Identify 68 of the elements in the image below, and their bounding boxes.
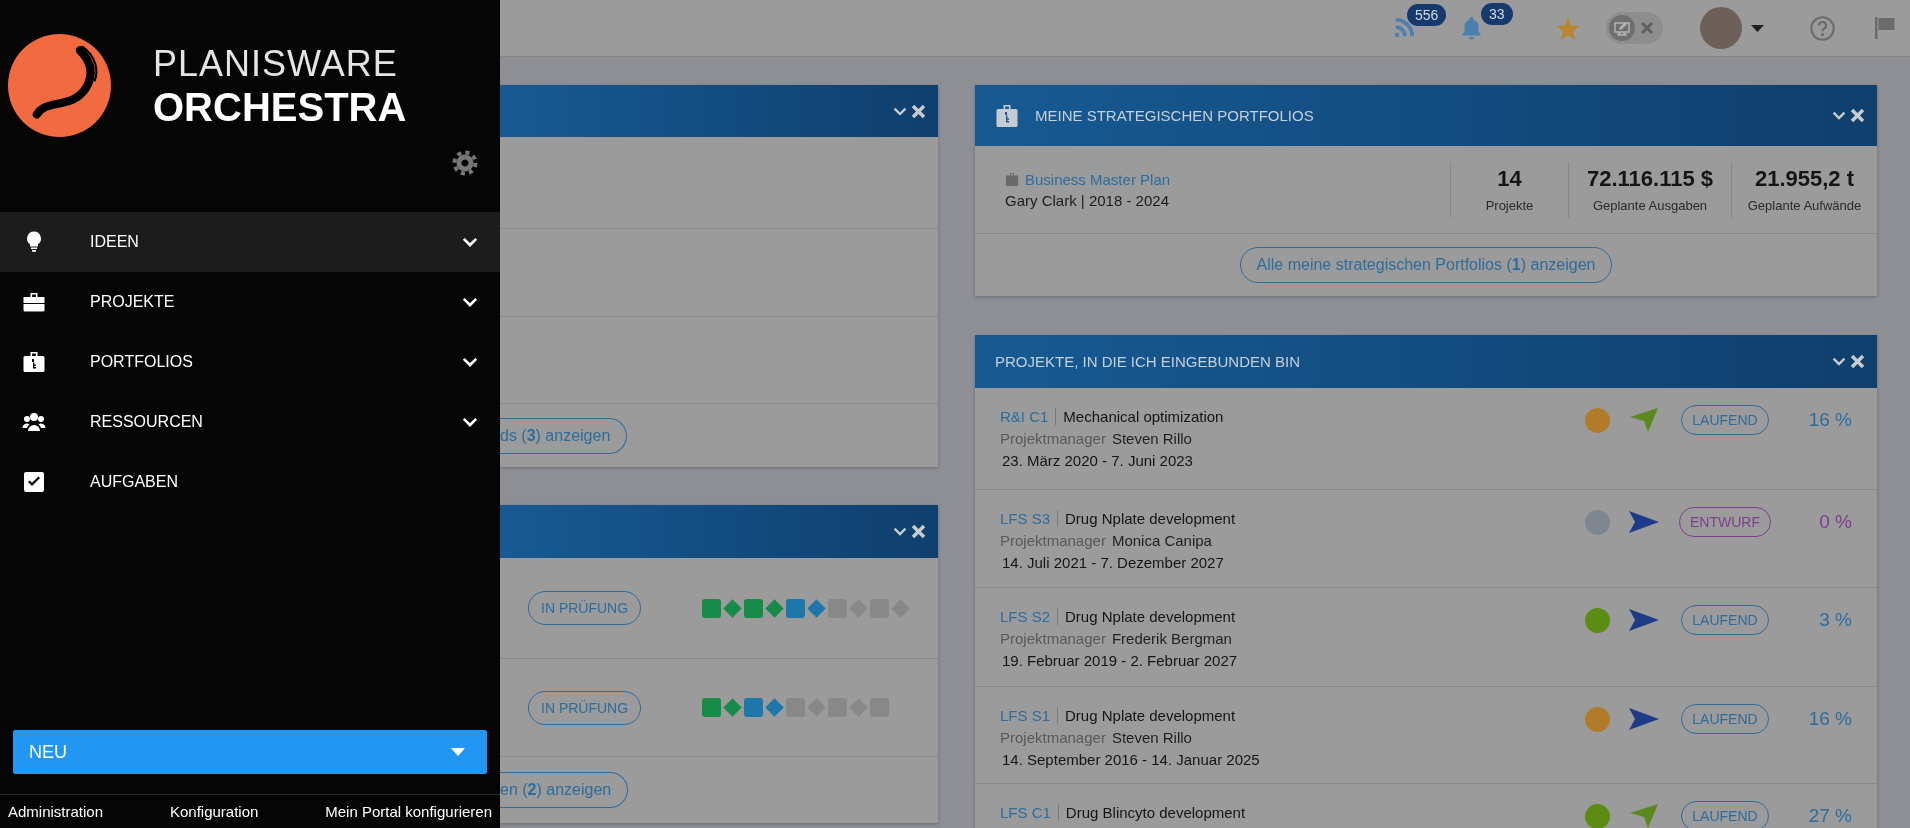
- count-badge: 33: [1481, 3, 1513, 25]
- settings-icon[interactable]: [452, 150, 478, 176]
- card-title: MEINE STRATEGISCHEN PORTFOLIOS: [1035, 107, 1315, 124]
- rss-feed-icon[interactable]: [1393, 17, 1415, 39]
- card-title: PROJEKTE, IN DIE ICH EINGEBUNDEN BIN: [995, 353, 1302, 370]
- date-range: 23. März 2020 - 7. Juni 2023: [1001, 452, 1194, 469]
- new-button[interactable]: NEU: [13, 730, 487, 774]
- chevron-down-icon[interactable]: [1832, 111, 1846, 120]
- monitor-icon: [1609, 15, 1635, 41]
- portfolio-link[interactable]: Business Master Plan: [1025, 170, 1171, 188]
- project-code-link[interactable]: R&I C1: [1000, 408, 1049, 425]
- chevron-down-icon[interactable]: [893, 527, 907, 536]
- people-icon: [22, 410, 46, 434]
- field-label: Projektmanager: [1000, 729, 1106, 746]
- date-range: 19. Februar 2019 - 2. Februar 2027: [1001, 652, 1239, 669]
- stat-label: Geplante Ausgaben: [1592, 198, 1708, 213]
- progress-percent: 16 %: [1807, 708, 1852, 730]
- stat-value: 14: [1497, 166, 1522, 192]
- progress-percent: 0 %: [1818, 511, 1852, 533]
- manager-name: Steven Rillo: [1111, 729, 1192, 746]
- briefcase-icon: [22, 290, 46, 314]
- footer-link[interactable]: Mein Portal konfigurieren: [325, 803, 492, 820]
- nav-item[interactable]: RESSOURCEN: [0, 392, 500, 452]
- project-name: Drug Nplate development: [1057, 608, 1236, 625]
- project-code-link[interactable]: LFS S1: [1000, 707, 1051, 724]
- caret-icon[interactable]: [1751, 24, 1764, 32]
- portfolio-owner: Gary Clark | 2018 - 2024: [1005, 191, 1170, 209]
- nav-item[interactable]: PROJEKTE: [0, 272, 500, 332]
- manager-name: Monica Canipa: [1111, 532, 1212, 549]
- date-range: 14. Juli 2021 - 7. Dezember 2027: [1001, 554, 1225, 571]
- manager-name: Frederik Bergman: [1111, 630, 1232, 647]
- count-badge: 556: [1407, 4, 1447, 26]
- field-label: Projektmanager: [1000, 430, 1106, 447]
- portfolio-icon: [995, 104, 1019, 127]
- logo-icon: [8, 34, 111, 137]
- project-name: Mechanical optimization: [1055, 408, 1224, 425]
- logo-text: PLANISWARE: [153, 46, 398, 81]
- footer-link[interactable]: Konfiguration: [169, 803, 259, 820]
- stat-label: Projekte: [1485, 198, 1534, 213]
- project-code-link[interactable]: LFS C1: [1000, 804, 1051, 821]
- project-name: Drug Nplate development: [1057, 707, 1236, 724]
- date-range: 14. September 2016 - 14. Januar 2025: [1001, 751, 1261, 768]
- nav-item[interactable]: PORTFOLIOS: [0, 332, 500, 392]
- portfolio-icon: [1005, 172, 1019, 186]
- star-icon[interactable]: [1556, 16, 1580, 40]
- caret-icon: [451, 748, 465, 756]
- stat-value: 21.955,2 t: [1754, 166, 1855, 192]
- footer-link[interactable]: Administration: [8, 803, 104, 820]
- edit-mode-toggle[interactable]: [1606, 12, 1663, 44]
- stat-label: Geplante Aufwände: [1747, 198, 1862, 213]
- progress-percent: 27 %: [1807, 805, 1852, 827]
- progress-percent: 16 %: [1807, 409, 1852, 431]
- project-code-link[interactable]: LFS S3: [1000, 510, 1051, 527]
- field-label: Projektmanager: [1000, 630, 1106, 647]
- chevron-down-icon[interactable]: [1832, 357, 1846, 366]
- field-label: Projektmanager: [1000, 532, 1106, 549]
- manager-name: Steven Rillo: [1111, 430, 1192, 447]
- nav-item[interactable]: AUFGABEN: [0, 452, 500, 512]
- project-name: Drug Nplate development: [1057, 510, 1236, 527]
- project-code-link[interactable]: LFS S2: [1000, 608, 1051, 625]
- stat-value: 72.116.115 $: [1587, 166, 1713, 192]
- nav-item[interactable]: IDEEN: [0, 212, 500, 272]
- checkbox-icon: [22, 470, 46, 494]
- chevron-down-icon[interactable]: [893, 106, 907, 116]
- logo-text: ORCHESTRA: [153, 88, 407, 125]
- progress-percent: 3 %: [1818, 609, 1852, 631]
- project-name: Drug Blincyto development: [1057, 804, 1246, 821]
- portfolio-icon: [22, 350, 46, 374]
